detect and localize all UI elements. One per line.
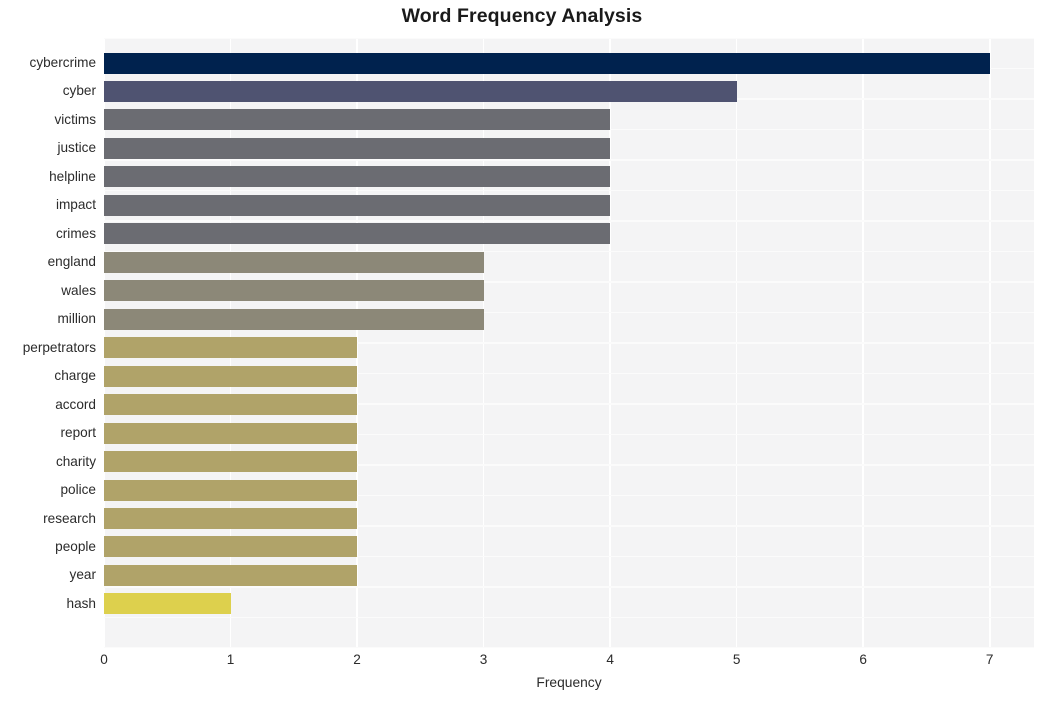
y-tick-label-hash: hash [66, 595, 96, 611]
bar-charge [104, 365, 358, 387]
y-tick-label-million: million [57, 311, 96, 327]
y-tick-label-england: england [47, 254, 96, 270]
y-tick-label-justice: justice [57, 140, 96, 156]
bar-helpline [104, 166, 611, 188]
bar-victims [104, 109, 611, 131]
x-tick-label-6: 6 [859, 652, 867, 667]
bar-research [104, 508, 358, 530]
x-tick-label-2: 2 [353, 652, 361, 667]
y-tick-label-people: people [55, 538, 96, 554]
bar-report [104, 422, 358, 444]
bar-england [104, 251, 484, 273]
y-gridline [104, 647, 1034, 648]
y-tick-label-helpline: helpline [49, 168, 96, 184]
bar-people [104, 536, 358, 558]
y-tick-label-report: report [60, 425, 96, 441]
bar-accord [104, 394, 358, 416]
x-axis-label: Frequency [536, 675, 602, 690]
x-tick-label-4: 4 [606, 652, 614, 667]
y-gridline [104, 159, 1034, 161]
chart-title: Word Frequency Analysis [401, 5, 643, 27]
y-tick-label-cyber: cyber [62, 83, 96, 99]
bar-crimes [104, 223, 611, 245]
bar-charity [104, 451, 358, 473]
y-tick-label-research: research [43, 510, 96, 526]
bar-justice [104, 137, 611, 159]
y-tick-label-charge: charge [54, 368, 96, 384]
y-tick-label-cybercrime: cybercrime [29, 55, 96, 70]
bar-police [104, 479, 358, 501]
y-tick-label-crimes: crimes [55, 225, 96, 241]
y-tick-label-police: police [60, 482, 96, 498]
y-gridline [104, 586, 1034, 588]
bar-impact [104, 194, 611, 216]
y-tick-label-charity: charity [55, 453, 96, 469]
y-tick-label-impact: impact [55, 197, 96, 213]
y-tick-label-year: year [69, 567, 96, 583]
y-gridline [104, 38, 1034, 39]
y-gridline [104, 189, 1034, 192]
y-tick-label-wales: wales [61, 282, 96, 298]
bar-million [104, 308, 484, 330]
y-tick-label-victims: victims [54, 111, 96, 127]
word-frequency-chart-figure: Word Frequency Analysis cybercrime cyber v… [0, 0, 1044, 701]
x-tick-label-1: 1 [226, 652, 235, 667]
bar-wales [104, 280, 484, 302]
y-gridline [104, 616, 1034, 619]
bar-hash [104, 593, 231, 615]
x-tick-label-7: 7 [985, 652, 994, 667]
y-axis-tick-labels: cybercrime cyber victims justice helpline imp… [0, 38, 96, 648]
x-axis-tick-labels: 0 1 2 3 4 5 6 7 [0, 652, 1044, 674]
bar-cyber [104, 80, 737, 102]
x-tick-label-5: 5 [732, 652, 741, 667]
bar-cybercrime [104, 52, 990, 74]
y-gridline [104, 220, 1034, 222]
x-tick-label-3: 3 [479, 652, 488, 667]
plot-area [104, 38, 1034, 648]
bar-perpetrators [104, 337, 358, 359]
y-tick-label-accord: accord [55, 396, 96, 412]
bar-year [104, 564, 358, 586]
x-tick-label-0: 0 [100, 652, 108, 667]
y-tick-label-perpetrators: perpetrators [22, 339, 96, 355]
